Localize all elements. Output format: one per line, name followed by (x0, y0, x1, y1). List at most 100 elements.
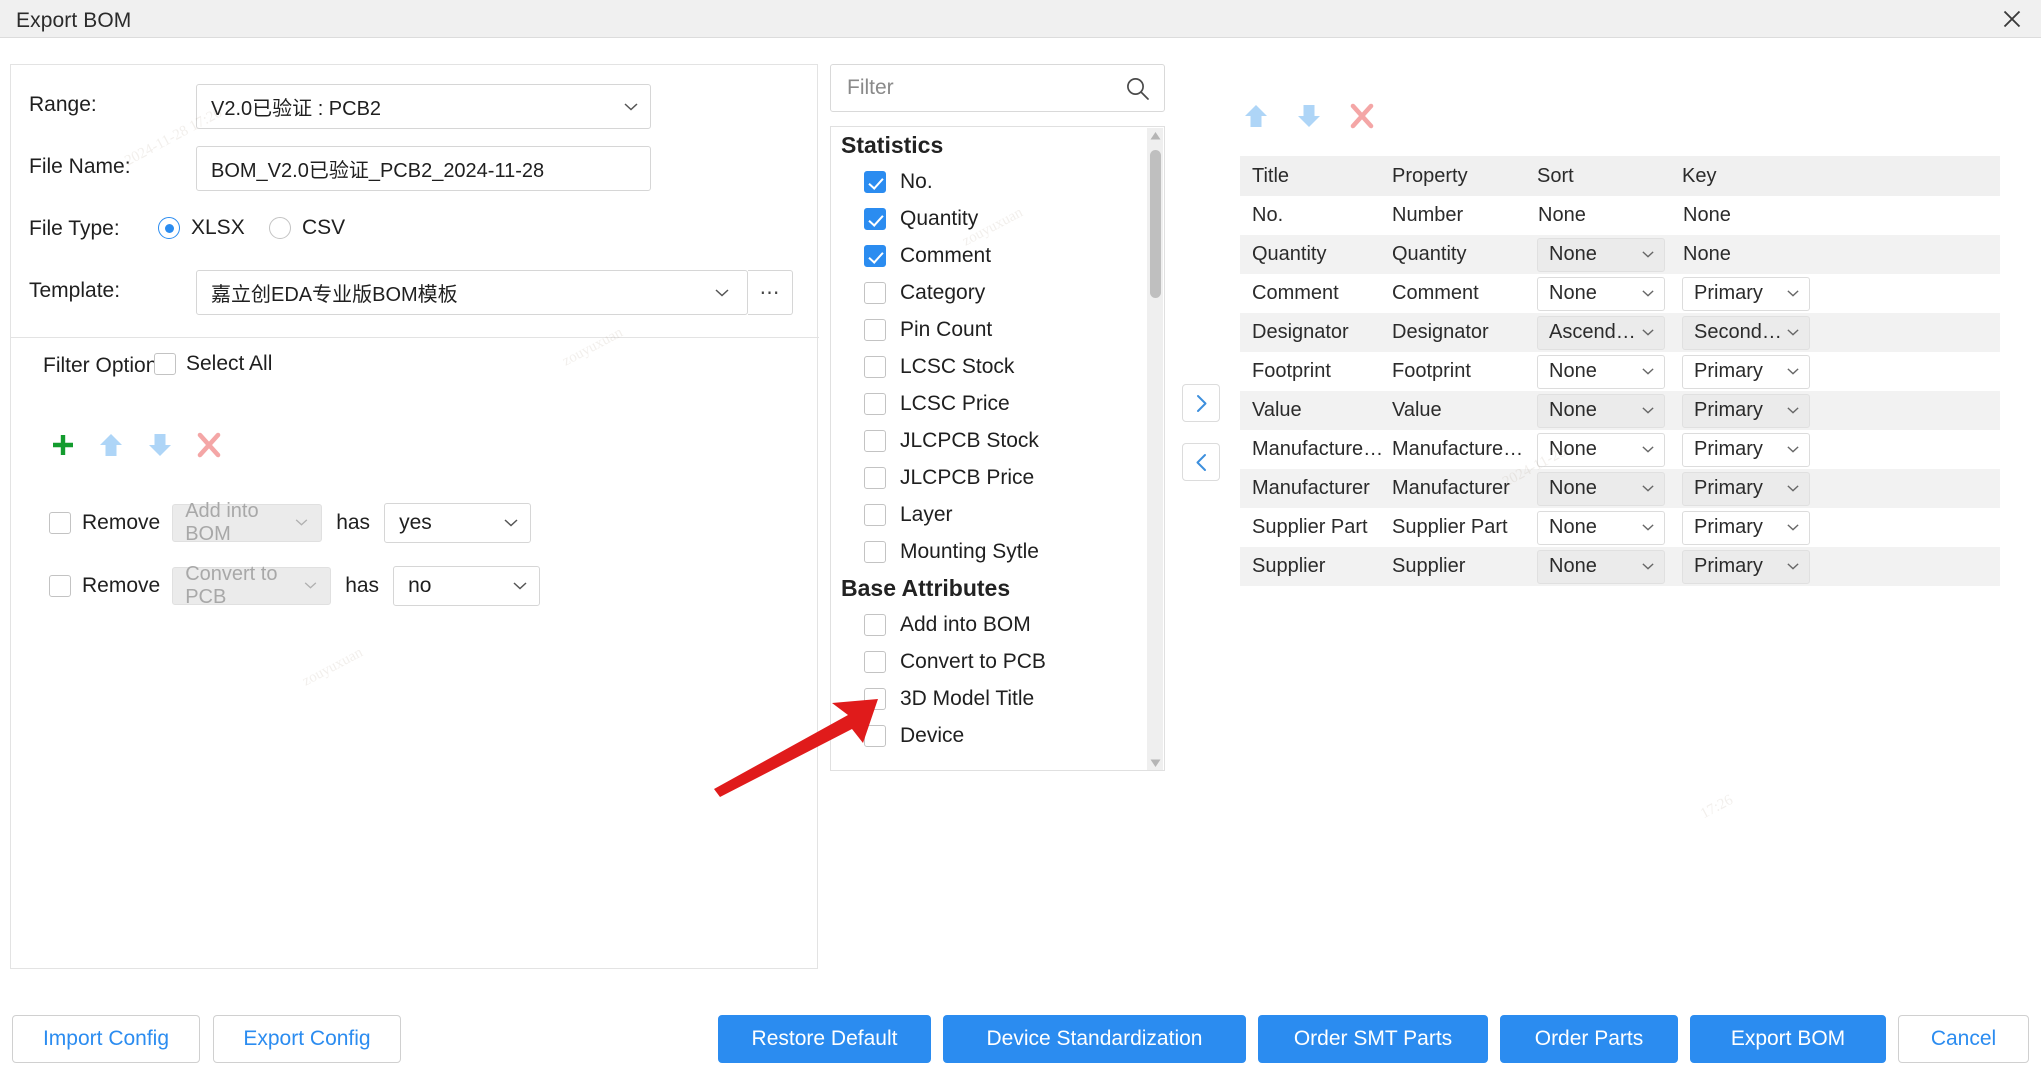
attribute-item-device[interactable]: Device (831, 717, 1149, 754)
attribute-item-comment[interactable]: Comment (831, 237, 1149, 274)
attribute-list-scrollbar[interactable] (1147, 128, 1163, 771)
scroll-down-icon[interactable] (1150, 758, 1161, 768)
sort-select[interactable]: None (1537, 394, 1665, 428)
cell-key[interactable]: Primary (1682, 511, 1827, 545)
add-icon[interactable] (49, 431, 77, 459)
chevron-left-icon[interactable] (1182, 443, 1220, 481)
radio-csv[interactable] (269, 217, 291, 239)
attribute-item-category[interactable]: Category (831, 274, 1149, 311)
attribute-item-convert-to-pcb[interactable]: Convert to PCB (831, 643, 1149, 680)
move-down-icon[interactable] (147, 431, 175, 459)
cell-sort[interactable]: None (1537, 511, 1682, 545)
table-row[interactable]: FootprintFootprintNonePrimary (1240, 352, 2000, 391)
attribute-checkbox[interactable] (864, 651, 886, 673)
export-bom-button[interactable]: Export BOM (1690, 1015, 1886, 1063)
import-config-button[interactable]: Import Config (12, 1015, 200, 1063)
attribute-item-layer[interactable]: Layer (831, 496, 1149, 533)
sort-select[interactable]: None (1537, 550, 1665, 584)
chevron-right-icon[interactable] (1182, 384, 1220, 422)
radio-xlsx[interactable] (158, 217, 180, 239)
device-standardization-button[interactable]: Device Standardization (943, 1015, 1246, 1063)
attribute-checkbox[interactable] (864, 171, 886, 193)
cell-sort[interactable]: None (1537, 550, 1682, 584)
attribute-item-mounting-sytle[interactable]: Mounting Sytle (831, 533, 1149, 570)
attribute-item-jlcpcb-price[interactable]: JLCPCB Price (831, 459, 1149, 496)
cell-key[interactable]: Primary (1682, 277, 1827, 311)
move-up-icon[interactable] (98, 431, 126, 459)
cell-key[interactable]: Primary (1682, 550, 1827, 584)
cell-sort[interactable]: None (1537, 277, 1682, 311)
file-type-option-csv[interactable]: CSV (269, 216, 345, 240)
attribute-checkbox[interactable] (864, 356, 886, 378)
key-select[interactable]: Primary (1682, 394, 1810, 428)
attribute-checkbox[interactable] (864, 688, 886, 710)
sort-select[interactable]: None (1537, 433, 1665, 467)
cell-sort[interactable]: None (1537, 472, 1682, 506)
table-row[interactable]: Supplier PartSupplier PartNonePrimary (1240, 508, 2000, 547)
attribute-checkbox[interactable] (864, 282, 886, 304)
cancel-button[interactable]: Cancel (1898, 1015, 2029, 1063)
table-row[interactable]: QuantityQuantityNoneNone (1240, 235, 2000, 274)
attribute-item-3d-model-title[interactable]: 3D Model Title (831, 680, 1149, 717)
attribute-item-no-[interactable]: No. (831, 163, 1149, 200)
key-select[interactable]: Primary (1682, 433, 1810, 467)
condition-checkbox[interactable] (49, 575, 71, 597)
cell-key[interactable]: Primary (1682, 472, 1827, 506)
delete-icon[interactable] (196, 431, 224, 459)
select-all-checkbox[interactable] (154, 353, 176, 375)
attribute-list[interactable]: StatisticsNo.QuantityCommentCategoryPin … (830, 126, 1165, 771)
attribute-checkbox[interactable] (864, 467, 886, 489)
attribute-checkbox[interactable] (864, 393, 886, 415)
restore-default-button[interactable]: Restore Default (718, 1015, 931, 1063)
order-parts-button[interactable]: Order Parts (1500, 1015, 1678, 1063)
cell-sort[interactable]: None (1537, 355, 1682, 389)
table-row[interactable]: SupplierSupplierNonePrimary (1240, 547, 2000, 586)
attribute-item-lcsc-price[interactable]: LCSC Price (831, 385, 1149, 422)
attribute-checkbox[interactable] (864, 208, 886, 230)
condition-value-select[interactable]: yes (384, 503, 531, 543)
key-select[interactable]: Primary (1682, 511, 1810, 545)
move-down-icon[interactable] (1296, 102, 1324, 130)
attribute-item-pin-count[interactable]: Pin Count (831, 311, 1149, 348)
key-select[interactable]: Primary (1682, 472, 1810, 506)
delete-icon[interactable] (1349, 102, 1377, 130)
attribute-checkbox[interactable] (864, 430, 886, 452)
table-row[interactable]: No.NumberNoneNone (1240, 196, 2000, 235)
key-select[interactable]: Primary (1682, 355, 1810, 389)
close-icon[interactable] (1997, 5, 2027, 33)
export-config-button[interactable]: Export Config (213, 1015, 401, 1063)
cell-sort[interactable]: None (1537, 238, 1682, 272)
range-select[interactable]: V2.0已验证 : PCB2 (196, 84, 651, 129)
template-select[interactable]: 嘉立创EDA专业版BOM模板 (196, 270, 748, 315)
condition-value-select[interactable]: no (393, 566, 540, 606)
scrollbar-thumb[interactable] (1150, 150, 1161, 298)
cell-key[interactable]: Primary (1682, 355, 1827, 389)
sort-select[interactable]: None (1537, 277, 1665, 311)
key-select[interactable]: Second… (1682, 316, 1810, 350)
sort-select[interactable]: None (1537, 238, 1665, 272)
move-up-icon[interactable] (1243, 102, 1271, 130)
attribute-item-quantity[interactable]: Quantity (831, 200, 1149, 237)
cell-sort[interactable]: None (1537, 394, 1682, 428)
sort-select[interactable]: None (1537, 472, 1665, 506)
attribute-checkbox[interactable] (864, 504, 886, 526)
sort-select[interactable]: None (1537, 355, 1665, 389)
file-name-input[interactable]: BOM_V2.0已验证_PCB2_2024-11-28 (196, 146, 651, 191)
file-type-option-xlsx[interactable]: XLSX (158, 216, 245, 240)
attribute-checkbox[interactable] (864, 725, 886, 747)
condition-checkbox[interactable] (49, 512, 71, 534)
attribute-filter-search[interactable] (830, 64, 1165, 112)
cell-sort[interactable]: None (1537, 433, 1682, 467)
attribute-item-lcsc-stock[interactable]: LCSC Stock (831, 348, 1149, 385)
attribute-item-add-into-bom[interactable]: Add into BOM (831, 606, 1149, 643)
table-row[interactable]: CommentCommentNonePrimary (1240, 274, 2000, 313)
table-row[interactable]: Manufacture…Manufacture…NonePrimary (1240, 430, 2000, 469)
cell-sort[interactable]: Ascend… (1537, 316, 1682, 350)
cell-key[interactable]: Primary (1682, 394, 1827, 428)
order-smt-parts-button[interactable]: Order SMT Parts (1258, 1015, 1488, 1063)
select-all-checkbox-row[interactable]: Select All (154, 352, 272, 376)
key-select[interactable]: Primary (1682, 550, 1810, 584)
sort-select[interactable]: Ascend… (1537, 316, 1665, 350)
attribute-checkbox[interactable] (864, 614, 886, 636)
attribute-item-jlcpcb-stock[interactable]: JLCPCB Stock (831, 422, 1149, 459)
